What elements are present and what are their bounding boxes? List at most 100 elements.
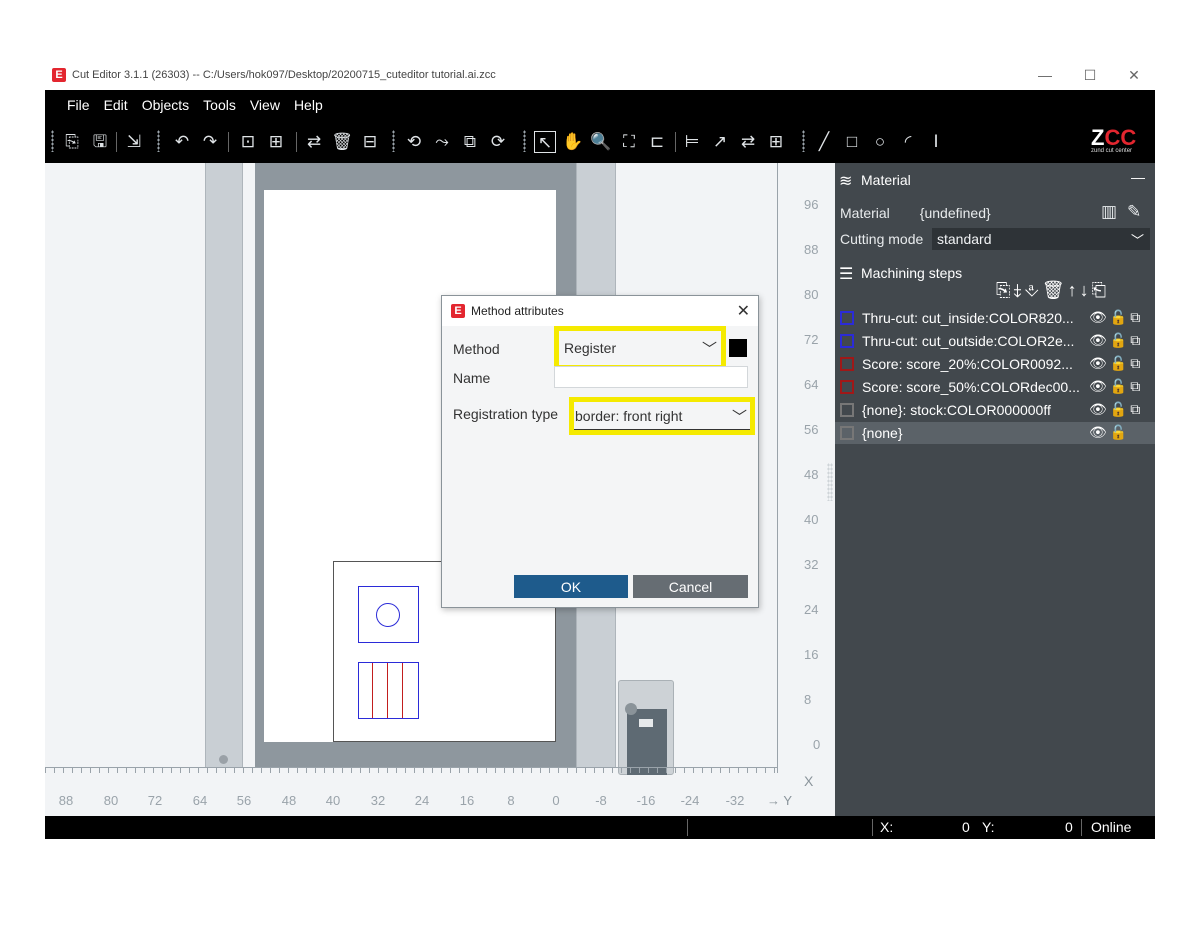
ellipse-tool-icon[interactable]: ○ (869, 131, 891, 153)
add-tool-icon[interactable]: ⎀ (1024, 280, 1041, 300)
minimize-button[interactable]: — (1033, 66, 1057, 84)
move-down-icon[interactable]: ↓ (1080, 280, 1092, 300)
machining-step-row[interactable]: Thru-cut: cut_inside:COLOR820... 👁🔓⧉ (835, 307, 1155, 329)
menu-tools[interactable]: Tools (203, 97, 236, 113)
step-color-swatch[interactable] (840, 380, 854, 394)
toolbar-grip[interactable] (392, 130, 395, 152)
zoom-fit-icon[interactable]: ⛶ (618, 131, 640, 153)
ungroup-icon[interactable]: ⊞ (265, 131, 287, 153)
select-pointer-icon[interactable]: ↖ (534, 131, 556, 153)
eye-icon[interactable]: 👁 (1089, 401, 1110, 417)
cutting-mode-select[interactable]: standard ﹀ (932, 228, 1150, 250)
menu-file[interactable]: File (67, 97, 90, 113)
copy-step-icon[interactable]: ⎗ (1092, 280, 1109, 300)
copy-icon[interactable]: ⧉ (1130, 332, 1143, 348)
undo-icon[interactable]: ↶ (171, 131, 193, 153)
shape-square-with-score-lines[interactable] (358, 662, 419, 719)
unlock-icon[interactable]: 🔓 (1110, 355, 1130, 371)
panel-resize-handle[interactable] (827, 463, 833, 501)
copy-icon[interactable]: ⧉ (1130, 355, 1143, 371)
arrow-icon[interactable]: ↗ (709, 131, 731, 153)
toolbar-grip[interactable] (802, 130, 805, 152)
machining-step-row[interactable]: {none} 👁🔓 (835, 422, 1155, 444)
menu-edit[interactable]: Edit (104, 97, 128, 113)
material-library-icon[interactable]: ▥ (1101, 202, 1117, 222)
close-button[interactable]: ✕ (1122, 66, 1146, 84)
ok-button[interactable]: OK (514, 575, 628, 598)
step-color-swatch[interactable] (840, 357, 854, 371)
copy-objects-icon[interactable]: ⧉ (459, 131, 481, 153)
method-color-swatch[interactable] (729, 339, 747, 357)
join-path-icon[interactable]: ⟳ (487, 131, 509, 153)
eye-icon[interactable]: 👁 (1089, 378, 1110, 394)
menu-view[interactable]: View (250, 97, 280, 113)
menu-objects[interactable]: Objects (142, 97, 189, 113)
registration-type-select[interactable]: border: front right ﹀ (574, 402, 750, 430)
toolbar-grip[interactable] (523, 130, 526, 152)
unlock-icon[interactable]: 🔓 (1110, 424, 1130, 440)
dialog-close-button[interactable]: ✕ (737, 301, 750, 321)
zoom-width-icon[interactable]: ⊏ (646, 131, 668, 153)
copy-icon[interactable]: ⧉ (1130, 401, 1143, 417)
score-line[interactable] (402, 663, 403, 718)
score-line[interactable] (372, 663, 373, 718)
nest-icon[interactable]: ⊞ (765, 131, 787, 153)
delete-step-icon[interactable]: 🗑 (1042, 280, 1068, 300)
measure-icon[interactable]: ⊨ (681, 131, 703, 153)
eye-icon[interactable]: 👁 (1089, 309, 1110, 325)
arc-tool-icon[interactable]: ◜ (897, 131, 919, 153)
swap-icon[interactable]: ⇄ (737, 131, 759, 153)
collapse-icon[interactable]: — (1131, 169, 1145, 185)
assign-method-icon[interactable]: ⇄ (303, 131, 325, 153)
step-color-swatch[interactable] (840, 334, 854, 348)
pan-hand-icon[interactable]: ✋ (562, 131, 584, 153)
step-color-swatch[interactable] (840, 403, 854, 417)
path-order-icon[interactable]: ⤳ (431, 131, 453, 153)
unlock-icon[interactable]: 🔓 (1110, 378, 1130, 394)
reverse-path-icon[interactable]: ⟲ (403, 131, 425, 153)
add-step-icon[interactable]: ⤈ (1013, 280, 1024, 300)
step-color-swatch[interactable] (840, 311, 854, 325)
machining-step-row[interactable]: Score: score_20%:COLOR0092... 👁🔓⧉ (835, 353, 1155, 375)
zoom-icon[interactable]: 🔍 (590, 131, 612, 153)
maximize-button[interactable]: ☐ (1078, 66, 1102, 84)
open-file-icon[interactable]: ⎘ (61, 131, 83, 153)
method-select[interactable]: Register ﹀ (559, 332, 721, 364)
unlock-icon[interactable]: 🔓 (1110, 309, 1130, 325)
toolbar-grip[interactable] (157, 130, 160, 152)
save-icon[interactable]: 🖫 (89, 131, 111, 153)
material-header[interactable]: ≋ Material — (835, 166, 1155, 194)
unlock-icon[interactable]: 🔓 (1110, 401, 1130, 417)
new-step-icon[interactable]: ⎘ (996, 280, 1013, 300)
machining-step-row[interactable]: Score: score_50%:COLORdec00... 👁🔓⧉ (835, 376, 1155, 398)
toolbar-separator (296, 132, 297, 152)
shape-circle[interactable] (376, 603, 400, 627)
toolbar-grip[interactable] (51, 130, 54, 152)
shape-square-with-circle[interactable] (358, 586, 419, 643)
layer-icon[interactable]: ⊟ (359, 131, 381, 153)
copy-icon[interactable]: ⧉ (1130, 309, 1143, 325)
line-tool-icon[interactable]: ╱ (813, 131, 835, 153)
move-up-icon[interactable]: ↑ (1068, 280, 1080, 300)
status-divider (872, 819, 873, 836)
group-icon[interactable]: ⊡ (237, 131, 259, 153)
menu-help[interactable]: Help (294, 97, 323, 113)
rectangle-tool-icon[interactable]: □ (841, 131, 863, 153)
eye-icon[interactable]: 👁 (1089, 424, 1110, 440)
text-tool-icon[interactable]: Ⅰ (925, 131, 947, 153)
copy-icon[interactable]: ⧉ (1130, 378, 1143, 394)
machining-step-row[interactable]: {none}: stock:COLOR000000ff 👁🔓⧉ (835, 399, 1155, 421)
eye-icon[interactable]: 👁 (1089, 355, 1110, 371)
cancel-button[interactable]: Cancel (633, 575, 748, 598)
machining-step-row[interactable]: Thru-cut: cut_outside:COLOR2e... 👁🔓⧉ (835, 330, 1155, 352)
eye-icon[interactable]: 👁 (1089, 332, 1110, 348)
delete-icon[interactable]: 🗑 (331, 131, 353, 153)
score-line[interactable] (387, 663, 388, 718)
redo-icon[interactable]: ↷ (199, 131, 221, 153)
name-input[interactable] (554, 366, 748, 388)
edit-pencil-icon[interactable]: ✎ (1127, 202, 1141, 222)
zcc-logo-text: ZCC (1091, 125, 1137, 150)
export-icon[interactable]: ⇲ (123, 131, 145, 153)
step-color-swatch[interactable] (840, 426, 854, 440)
unlock-icon[interactable]: 🔓 (1110, 332, 1130, 348)
